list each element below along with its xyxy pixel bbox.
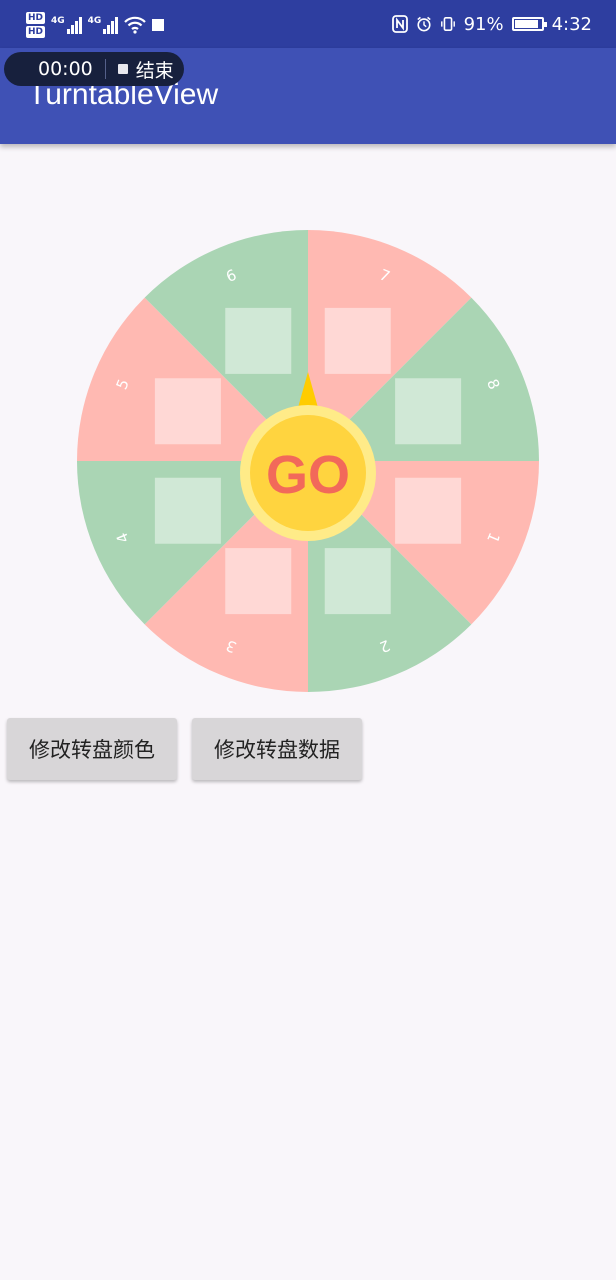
segment-image-icon <box>225 548 292 615</box>
segment-image-icon <box>395 477 462 544</box>
signal-1-icon: 4G <box>51 16 82 34</box>
change-data-button[interactable]: 修改转盘数据 <box>192 718 362 780</box>
battery-icon <box>511 17 547 31</box>
recorder-stop-label[interactable]: 结束 <box>136 56 174 83</box>
go-label[interactable]: GO <box>266 445 350 505</box>
segment-image-icon <box>154 378 221 445</box>
battery-percent: 91% <box>463 13 504 35</box>
screen-recorder-pill[interactable]: 00:00 结束 <box>4 52 184 86</box>
signal-2-icon: 4G <box>88 16 119 34</box>
turntable[interactable]: 78123456 GO <box>77 230 539 692</box>
stop-icon[interactable] <box>117 64 128 74</box>
notification-square-icon <box>152 19 165 31</box>
recorder-divider <box>104 59 106 79</box>
segment-image-icon <box>225 307 292 374</box>
segment-image-icon <box>324 307 391 374</box>
wifi-icon <box>124 16 147 34</box>
segment-image-icon <box>324 548 391 615</box>
hd-indicator: HD HD <box>26 12 46 38</box>
hd-badge-top: HD <box>26 12 46 24</box>
change-color-button[interactable]: 修改转盘颜色 <box>7 718 177 780</box>
hd-badge-bottom: HD <box>26 26 46 38</box>
nfc-icon <box>391 15 408 33</box>
alarm-icon <box>416 16 431 32</box>
segment-image-icon <box>154 477 221 544</box>
clock: 4:32 <box>551 13 592 35</box>
status-left-group: HD HD 4G 4G <box>26 8 165 42</box>
turntable-svg[interactable]: 78123456 GO <box>77 230 539 692</box>
recorder-time: 00:00 <box>38 58 93 80</box>
status-right-group: 91% 4:32 <box>391 11 592 37</box>
network-type-2: 4G <box>87 16 102 26</box>
segment-image-icon <box>395 378 462 445</box>
vibrate-icon <box>440 16 455 32</box>
network-type-1: 4G <box>51 16 65 26</box>
status-bar: HD HD 4G 4G 91% 4:32 <box>0 0 616 48</box>
